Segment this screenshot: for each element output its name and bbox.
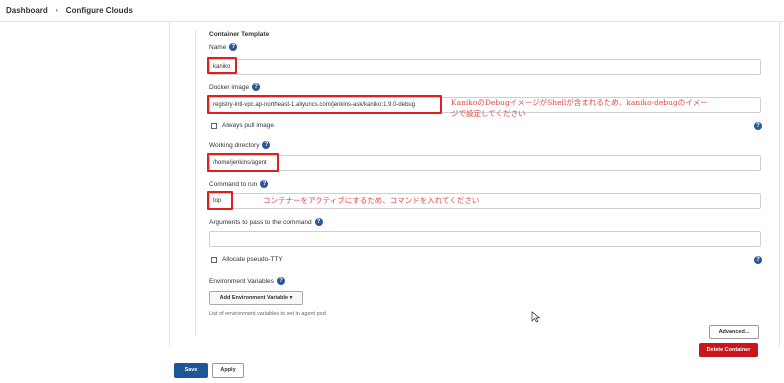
save-button[interactable]: Save: [174, 363, 208, 378]
arguments-help-icon[interactable]: ?: [314, 218, 323, 226]
docker-image-highlight-box: [207, 95, 442, 114]
docker-image-help-icon[interactable]: ?: [252, 83, 261, 91]
advanced-button[interactable]: Advanced...: [709, 325, 759, 339]
container-template-title: Container Template: [209, 31, 270, 38]
breadcrumb-separator-icon: ›: [55, 7, 58, 14]
env-vars-label: Environment Variables ?: [209, 277, 285, 285]
name-highlight-box: [207, 57, 237, 74]
breadcrumb: Dashboard › Configure Clouds: [0, 0, 784, 22]
docker-image-note-cont: ジで設定してください: [451, 109, 526, 118]
allocate-tty-label: Allocate pseudo-TTY: [222, 256, 283, 263]
env-vars-hint: List of environment variables to set in …: [209, 311, 326, 317]
arguments-label: Arguments to pass to the command ?: [209, 218, 323, 226]
env-vars-help-icon[interactable]: ?: [276, 277, 285, 285]
name-input[interactable]: kaniko: [209, 59, 761, 75]
working-dir-label-text: Working directory: [209, 141, 260, 149]
always-pull-row: Always pull image: [211, 122, 274, 129]
name-label-text: Name: [209, 43, 227, 51]
mouse-cursor-icon: [531, 311, 541, 323]
section-divider: [195, 30, 196, 336]
allocate-tty-row: Allocate pseudo-TTY: [211, 256, 283, 263]
chevron-down-icon: ▾: [289, 295, 293, 301]
panel-right-border: [779, 22, 780, 347]
breadcrumb-dashboard[interactable]: Dashboard: [6, 6, 48, 15]
docker-image-label: Docker image ?: [209, 83, 261, 91]
always-pull-label: Always pull image: [222, 122, 275, 129]
apply-button[interactable]: Apply: [212, 363, 244, 378]
allocate-tty-checkbox[interactable]: [211, 256, 217, 263]
command-label: Command to run ?: [209, 180, 269, 188]
breadcrumb-configure-clouds[interactable]: Configure Clouds: [66, 6, 133, 15]
allocate-tty-help-icon[interactable]: ?: [754, 256, 762, 264]
arguments-input[interactable]: [209, 231, 761, 247]
arguments-label-text: Arguments to pass to the command: [209, 218, 312, 226]
env-vars-label-text: Environment Variables: [209, 277, 274, 285]
command-help-icon[interactable]: ?: [260, 180, 269, 188]
working-dir-input[interactable]: /home/jenkins/agent: [209, 155, 761, 171]
always-pull-checkbox[interactable]: [211, 122, 217, 129]
command-label-text: Command to run: [209, 180, 258, 188]
working-dir-label: Working directory ?: [209, 141, 271, 149]
command-note: コンテナーをアクティブにするため、コマンドを入れてください: [263, 196, 480, 205]
docker-image-note: KanikoのDebugイメージがShellが含まれるため、kaniko-deb…: [451, 98, 708, 107]
add-env-var-button[interactable]: Add Environment Variable ▾: [209, 291, 303, 305]
always-pull-help-icon[interactable]: ?: [754, 122, 762, 130]
working-dir-help-icon[interactable]: ?: [262, 141, 271, 149]
working-dir-highlight-box: [207, 153, 279, 172]
docker-image-label-text: Docker image: [209, 83, 250, 91]
add-env-var-label: Add Environment Variable: [219, 295, 289, 301]
name-help-icon[interactable]: ?: [229, 43, 238, 51]
name-label: Name ?: [209, 43, 238, 51]
delete-container-button[interactable]: Delete Container: [699, 343, 758, 357]
command-highlight-box: [207, 191, 233, 210]
